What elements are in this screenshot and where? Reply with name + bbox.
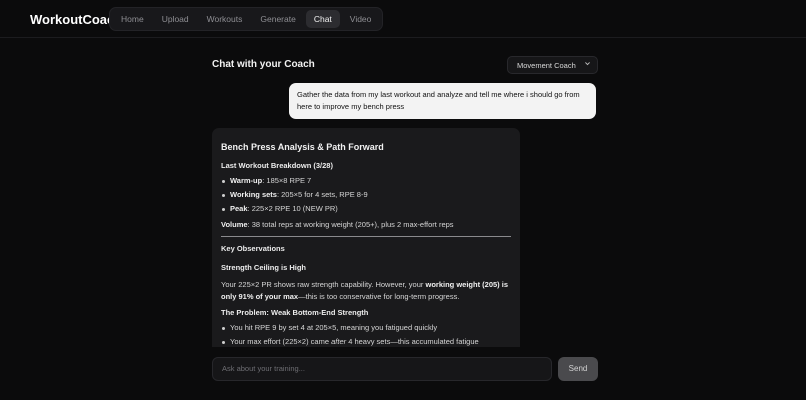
nav-upload[interactable]: Upload bbox=[154, 10, 197, 28]
nav-workouts[interactable]: Workouts bbox=[199, 10, 251, 28]
top-bar: WorkoutCoach Home Upload Workouts Genera… bbox=[0, 0, 806, 38]
nav-home[interactable]: Home bbox=[113, 10, 152, 28]
send-button[interactable]: Send bbox=[558, 357, 598, 381]
chevron-down-icon bbox=[584, 60, 591, 69]
nav-chat[interactable]: Chat bbox=[305, 10, 340, 28]
coach-select[interactable]: Movement Coach bbox=[507, 56, 598, 74]
divider bbox=[221, 236, 511, 237]
list-item: Peak: 225×2 RPE 10 (NEW PR) bbox=[221, 205, 511, 213]
analysis-title: Bench Press Analysis & Path Forward bbox=[221, 142, 384, 152]
main-nav: Home Upload Workouts Generate Chat Video bbox=[109, 7, 384, 31]
problem-heading: The Problem: Weak Bottom-End Strength bbox=[221, 308, 369, 317]
coach-select-value: Movement Coach bbox=[517, 60, 576, 70]
list-item: Warm-up: 185×8 RPE 7 bbox=[221, 177, 511, 185]
breakdown-heading: Last Workout Breakdown (3/28) bbox=[221, 161, 333, 170]
list-item: Working sets: 205×5 for 4 sets, RPE 8-9 bbox=[221, 191, 511, 199]
volume-line: Volume: 38 total reps at working weight … bbox=[221, 220, 454, 229]
list-item: Your max effort (225×2) came after 4 hea… bbox=[221, 338, 511, 346]
breakdown-list: Warm-up: 185×8 RPE 7 Working sets: 205×5… bbox=[221, 177, 511, 213]
ceiling-heading: Strength Ceiling is High bbox=[221, 263, 307, 272]
page-title: Chat with your Coach bbox=[212, 59, 315, 70]
assistant-message: Bench Press Analysis & Path Forward Last… bbox=[212, 128, 520, 347]
list-item: You hit RPE 9 by set 4 at 205×5, meaning… bbox=[221, 324, 511, 332]
nav-generate[interactable]: Generate bbox=[252, 10, 303, 28]
problem-list: You hit RPE 9 by set 4 at 205×5, meaning… bbox=[221, 324, 511, 346]
nav-video[interactable]: Video bbox=[342, 10, 380, 28]
user-message: Gather the data from my last workout and… bbox=[289, 83, 596, 119]
observations-heading: Key Observations bbox=[221, 244, 285, 253]
chat-input[interactable]: Ask about your training... bbox=[212, 357, 552, 381]
ceiling-paragraph: Your 225×2 PR shows raw strength capabil… bbox=[221, 280, 508, 301]
